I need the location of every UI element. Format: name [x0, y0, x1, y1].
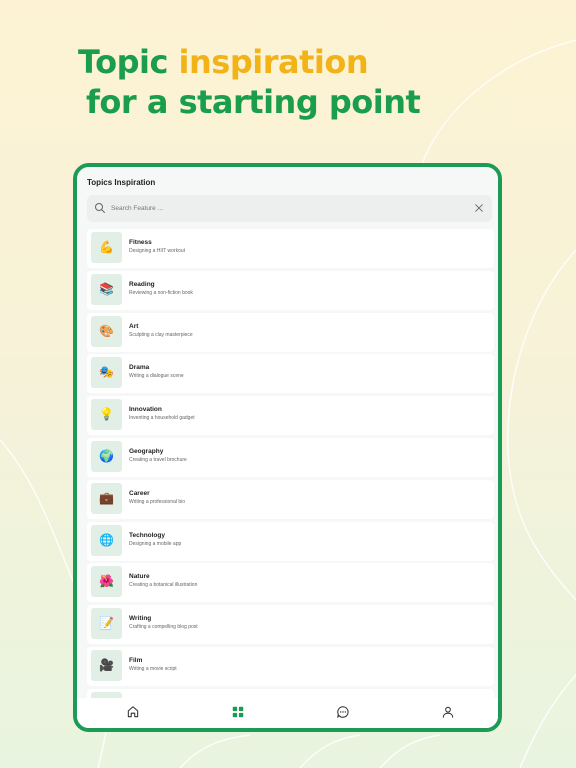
briefcase-icon: 💼: [91, 482, 122, 514]
topic-subtitle: Writing a movie script: [129, 665, 177, 672]
topic-title: Drama: [129, 364, 150, 372]
headline-line2: for a starting point: [86, 83, 421, 121]
topic-subtitle: Creating a travel brochure: [129, 456, 187, 463]
topic-subtitle: Writing a dialogue scene: [129, 373, 184, 380]
bottom-tab-bar: [77, 698, 498, 728]
topic-row[interactable]: 🎨 Art Sculpting a clay masterpiece: [87, 312, 494, 352]
topic-subtitle: Crafting a compelling blog post: [129, 624, 198, 631]
globe-meridians-icon: 🌐: [91, 524, 122, 556]
topic-title: Art: [129, 322, 139, 330]
flexed-biceps-icon: 💪: [91, 232, 122, 263]
topic-list: 💪 Fitness Designing a HIIT workout 📚 Reading…: [87, 229, 494, 707]
topic-title: Writing: [129, 615, 152, 623]
books-icon: 📚: [91, 273, 122, 305]
tab-chat-icon[interactable]: [336, 705, 350, 719]
topic-title: Geography: [129, 447, 164, 455]
topic-title: Technology: [129, 531, 165, 539]
topic-row[interactable]: 🎥 Film Writing a movie script: [87, 646, 494, 686]
topic-row[interactable]: 💼 Career Writing a professional bio: [87, 479, 494, 519]
headline-word-inspiration: inspiration: [178, 43, 369, 81]
globe-icon: 🌍: [91, 440, 122, 472]
topic-row[interactable]: 🎭 Drama Writing a dialogue scene: [87, 354, 494, 394]
topic-title: Nature: [129, 573, 150, 581]
topic-row[interactable]: 💪 Fitness Designing a HIIT workout: [87, 229, 494, 268]
topic-row[interactable]: 🌺 Nature Creating a botanical illustration: [87, 563, 494, 603]
device-frame: Topics Inspiration 💪 Fitness Designing a H…: [73, 163, 502, 732]
tab-grid-icon[interactable]: [231, 705, 245, 719]
topic-subtitle: Creating a botanical illustration: [129, 582, 198, 589]
topic-title: Career: [129, 489, 150, 497]
tab-profile-icon[interactable]: [441, 705, 455, 719]
palette-icon: 🎨: [91, 315, 122, 347]
screen-title: Topics Inspiration: [87, 178, 156, 187]
topic-row[interactable]: 📚 Reading Reviewing a non-fiction book: [87, 270, 494, 310]
memo-icon: 📝: [91, 608, 122, 640]
hibiscus-icon: 🌺: [91, 566, 122, 598]
topic-row[interactable]: 🌐 Technology Designing a mobile app: [87, 521, 494, 561]
topic-subtitle: Designing a mobile app: [129, 540, 182, 547]
theater-masks-icon: 🎭: [91, 357, 122, 389]
search-input[interactable]: [111, 201, 451, 216]
topic-subtitle: Inventing a household gadget: [129, 415, 195, 422]
topic-row[interactable]: 💡 Innovation Inventing a household gadget: [87, 396, 494, 436]
app-screen: Topics Inspiration 💪 Fitness Designing a H…: [77, 167, 498, 728]
topic-title: Fitness: [129, 239, 152, 246]
headline-word-topic: Topic: [78, 43, 168, 81]
close-icon[interactable]: [474, 203, 484, 213]
topic-subtitle: Sculpting a clay masterpiece: [129, 331, 193, 338]
topic-title: Innovation: [129, 406, 162, 414]
tab-home-icon[interactable]: [126, 705, 140, 719]
search-bar[interactable]: [87, 195, 492, 222]
light-bulb-icon: 💡: [91, 399, 122, 431]
movie-camera-icon: 🎥: [91, 649, 122, 681]
topic-subtitle: Designing a HIIT workout: [129, 248, 186, 254]
headline: Topic inspiration for a starting point: [78, 42, 421, 122]
topic-subtitle: Reviewing a non-fiction book: [129, 289, 193, 296]
search-icon: [95, 203, 105, 213]
topic-row[interactable]: 🌍 Geography Creating a travel brochure: [87, 437, 494, 477]
topic-subtitle: Writing a professional bio: [129, 498, 186, 505]
topic-row[interactable]: 📝 Writing Crafting a compelling blog post: [87, 605, 494, 645]
topic-title: Film: [129, 656, 143, 664]
topic-title: Reading: [129, 280, 155, 288]
